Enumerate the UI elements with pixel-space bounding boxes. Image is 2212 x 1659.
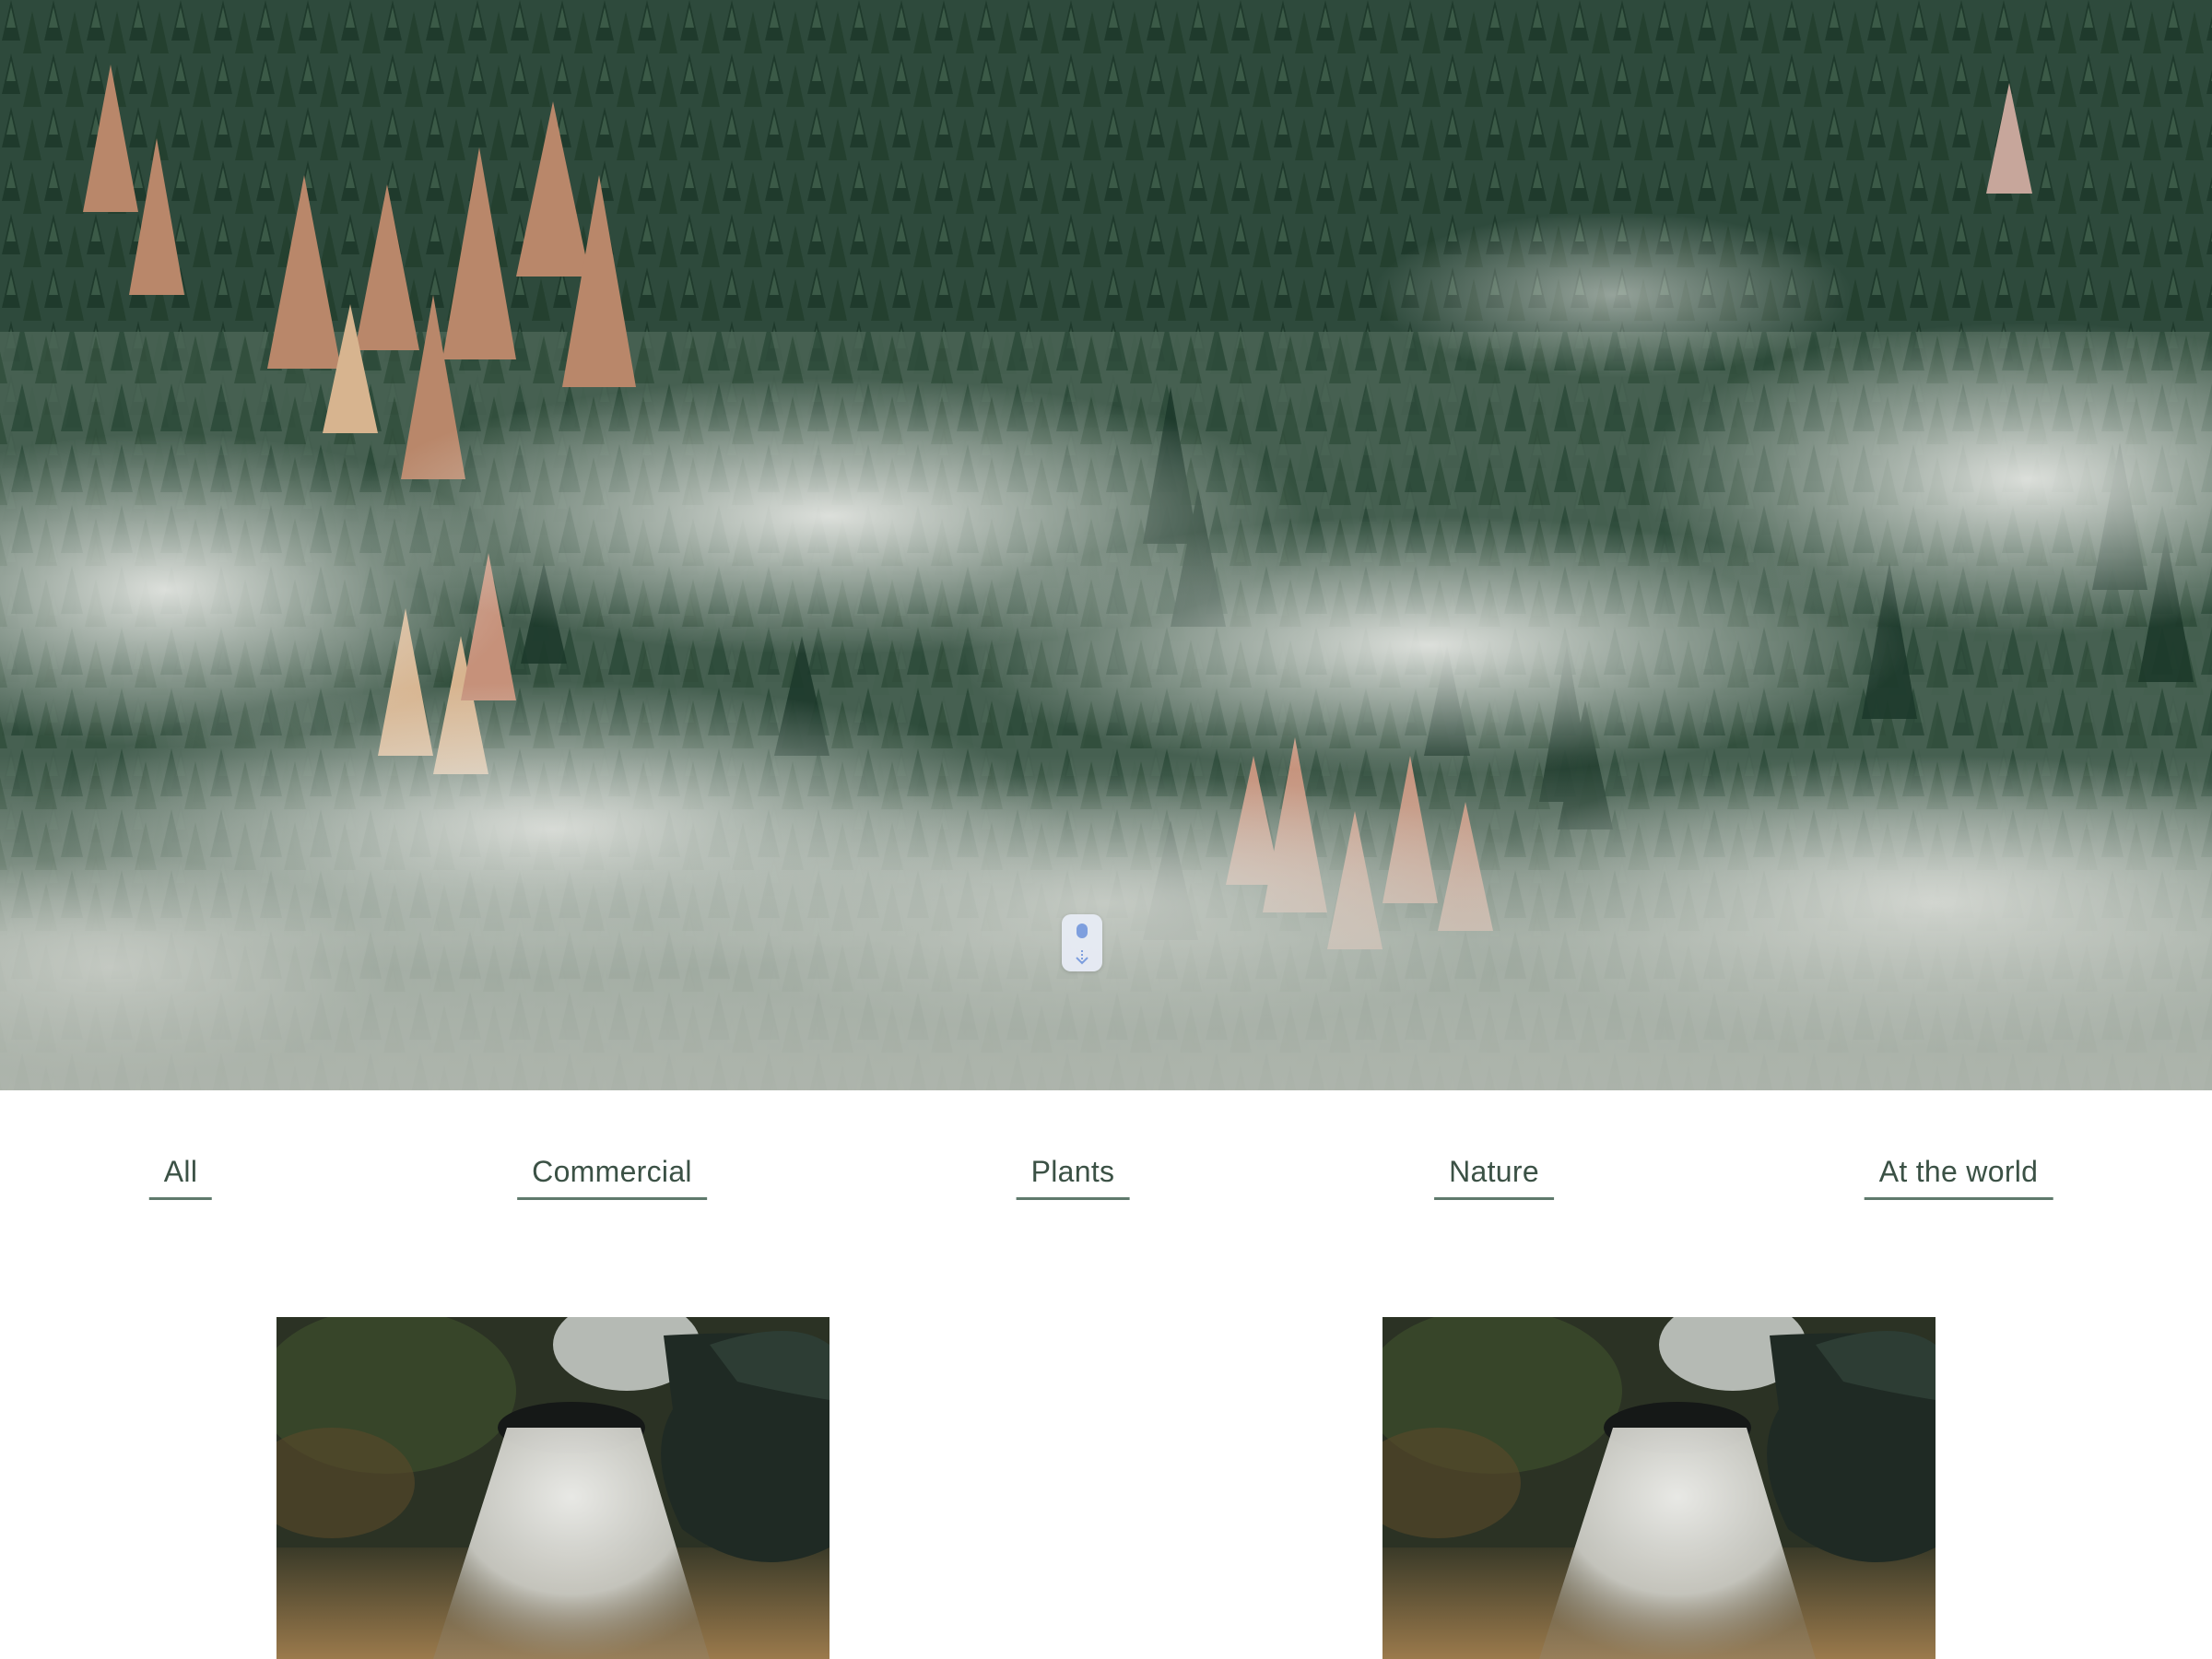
hero-banner bbox=[0, 0, 2212, 1090]
filter-plants[interactable]: Plants bbox=[1016, 1153, 1130, 1200]
filter-at-the-world[interactable]: At the world bbox=[1864, 1153, 2053, 1200]
filter-all[interactable]: All bbox=[148, 1153, 213, 1200]
filter-nature[interactable]: Nature bbox=[1434, 1153, 1554, 1200]
arrow-down-icon bbox=[1076, 950, 1088, 965]
gallery-item[interactable] bbox=[1382, 1317, 1936, 1659]
misty-forest-image bbox=[0, 0, 2212, 1090]
category-filter-nav: All Commercial Plants Nature At the worl… bbox=[0, 1090, 2212, 1201]
mouse-scroll-down-icon[interactable] bbox=[1062, 914, 1102, 971]
watering-can-image bbox=[276, 1317, 830, 1659]
gallery-item[interactable] bbox=[276, 1317, 830, 1659]
watering-can-image bbox=[1382, 1317, 1936, 1659]
scroll-wheel-dot bbox=[1077, 924, 1088, 938]
filter-commercial[interactable]: Commercial bbox=[517, 1153, 707, 1200]
